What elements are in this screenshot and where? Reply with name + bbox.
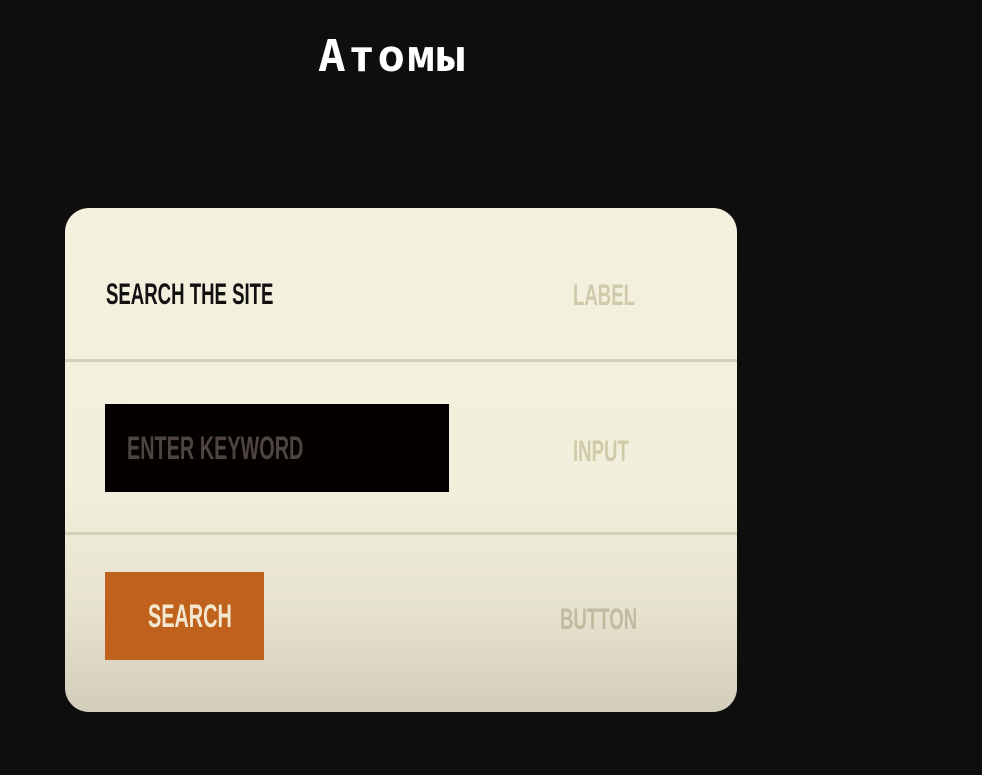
row-divider-1 [65,359,737,362]
search-site-label: Search the site [106,280,376,310]
search-input-placeholder: Enter keyword [127,429,304,466]
kind-label-input: Input [573,437,663,467]
search-input[interactable]: Enter keyword [105,404,449,492]
search-button[interactable]: Search [105,572,264,660]
kind-label-input-text: Input [573,435,629,468]
search-site-label-text: Search the site [106,278,274,311]
search-button-label: Search [148,597,232,634]
kind-label-button-text: Button [560,603,638,636]
kind-label-button: Button [560,605,684,635]
kind-label-label-text: Label [573,279,635,312]
atoms-card: Search the site Label Enter keyword Inpu… [65,208,737,712]
row-divider-2 [65,532,737,535]
kind-label-label: Label [573,281,673,311]
slide-title: Атомы [318,30,467,82]
